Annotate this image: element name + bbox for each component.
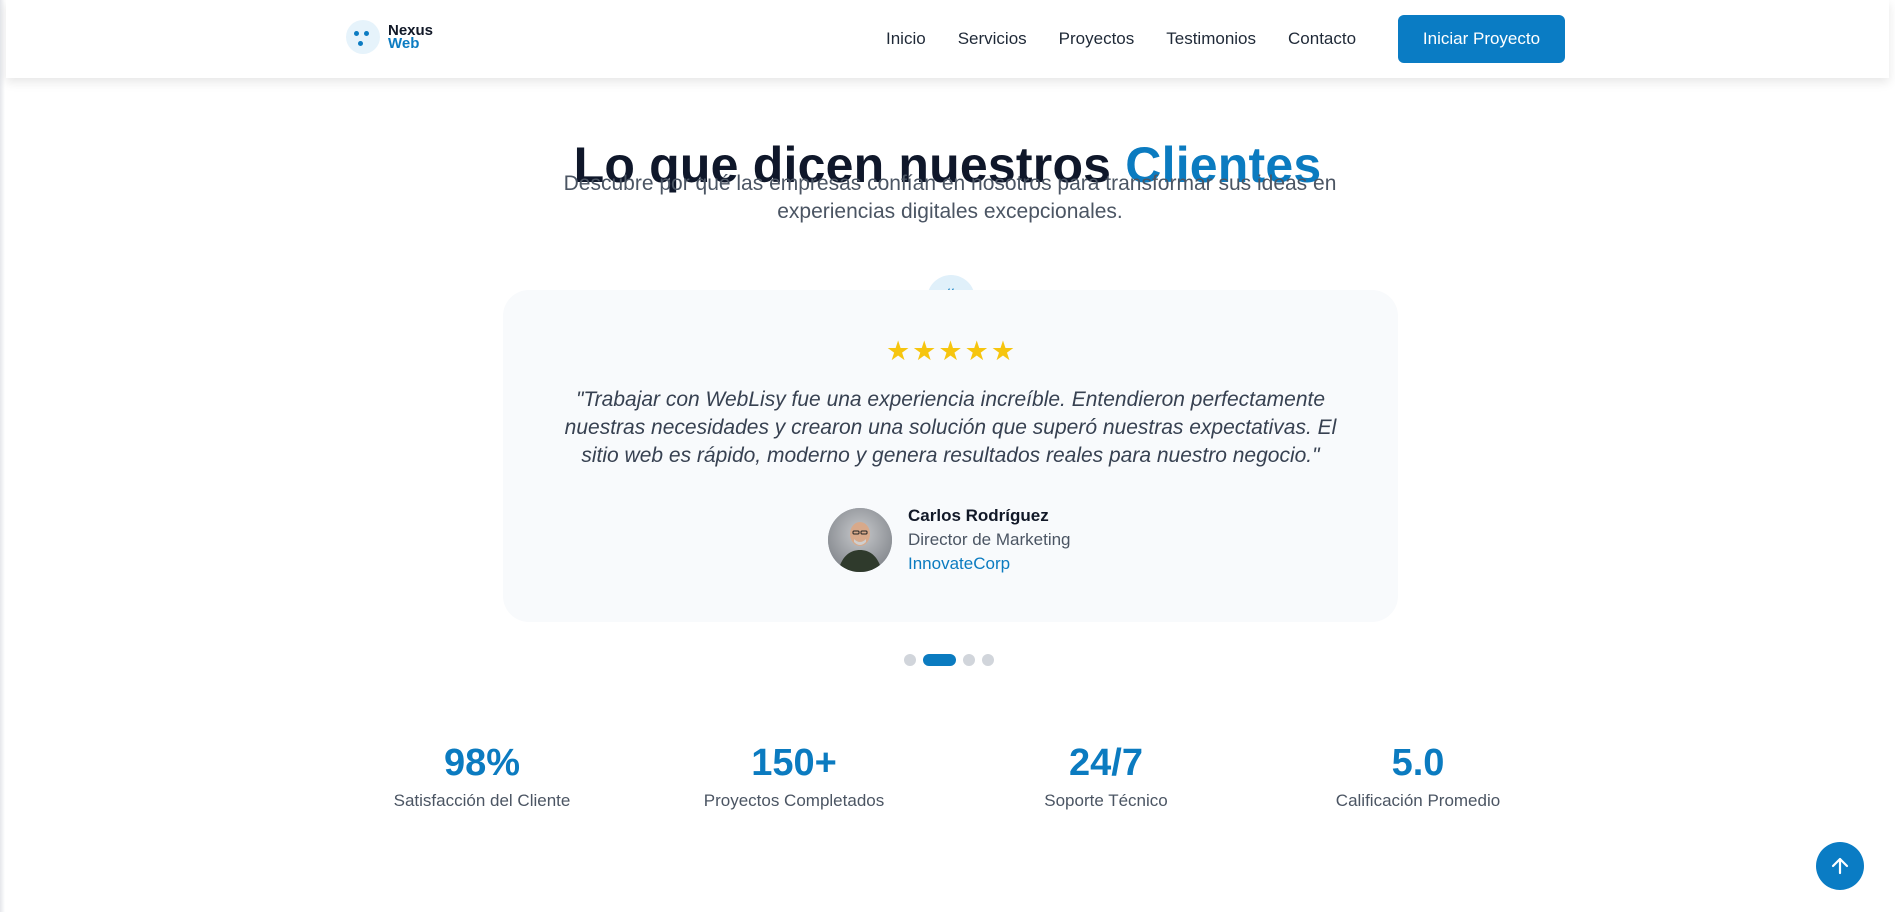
avatar [828,508,892,572]
stat-value: 5.0 [1391,742,1445,784]
stat-value: 24/7 [1069,742,1143,784]
stat-support: 24/7 Soporte Técnico [976,742,1236,811]
carousel-dot-4[interactable] [982,654,994,666]
stat-label: Calificación Promedio [1335,791,1501,810]
stat-value: 98% [443,742,521,784]
nav-link-proyectos[interactable]: Proyectos [1059,29,1135,49]
stat-label: Satisfacción del Cliente [393,791,571,810]
arrow-up-icon [1831,857,1849,875]
star-icon: ★ [964,336,989,366]
stat-projects: 150+ Proyectos Completados [664,742,924,811]
brand-name: Nexus Web [388,23,433,51]
author-info: Carlos Rodríguez Director de Marketing I… [908,506,1071,574]
star-icon: ★ [912,336,937,366]
stat-rating: 5.0 Calificación Promedio [1288,742,1548,811]
stat-label: Soporte Técnico [1044,791,1168,810]
testimonial-author: Carlos Rodríguez Director de Marketing I… [828,506,1071,574]
rating-stars: ★★★★★ [503,336,1398,367]
stat-value: 150+ [751,742,837,784]
section-subtitle: Descubre por qué las empresas confían en… [563,172,1337,223]
testimonial-card: ★★★★★ "Trabajar con WebLisy fue una expe… [503,290,1398,622]
author-role: Director de Marketing [908,530,1071,549]
logo-icon [346,20,380,54]
author-name: Carlos Rodríguez [908,506,1049,525]
star-icon: ★ [938,336,963,366]
carousel-dot-1[interactable] [904,654,916,666]
scroll-to-top-button[interactable] [1816,842,1864,890]
carousel-dot-2[interactable] [923,654,956,666]
carousel-dots [904,654,994,666]
nav-link-inicio[interactable]: Inicio [886,29,926,49]
nav-link-contacto[interactable]: Contacto [1288,29,1356,49]
author-company: InnovateCorp [908,554,1011,573]
nav-link-servicios[interactable]: Servicios [958,29,1027,49]
stat-satisfaction: 98% Satisfacción del Cliente [352,742,612,811]
star-icon: ★ [990,336,1016,366]
star-icon: ★ [885,336,911,366]
testimonial-quote: "Trabajar con WebLisy fue una experienci… [564,388,1337,467]
carousel-dot-3[interactable] [963,654,975,666]
main-menu: Inicio Servicios Proyectos Testimonios C… [886,29,1356,49]
top-navbar: Nexus Web Inicio Servicios Proyectos Tes… [6,0,1889,78]
start-project-button[interactable]: Iniciar Proyecto [1398,15,1565,63]
brand-logo[interactable]: Nexus Web [346,20,433,54]
nav-link-testimonios[interactable]: Testimonios [1166,29,1256,49]
stat-label: Proyectos Completados [703,791,885,810]
